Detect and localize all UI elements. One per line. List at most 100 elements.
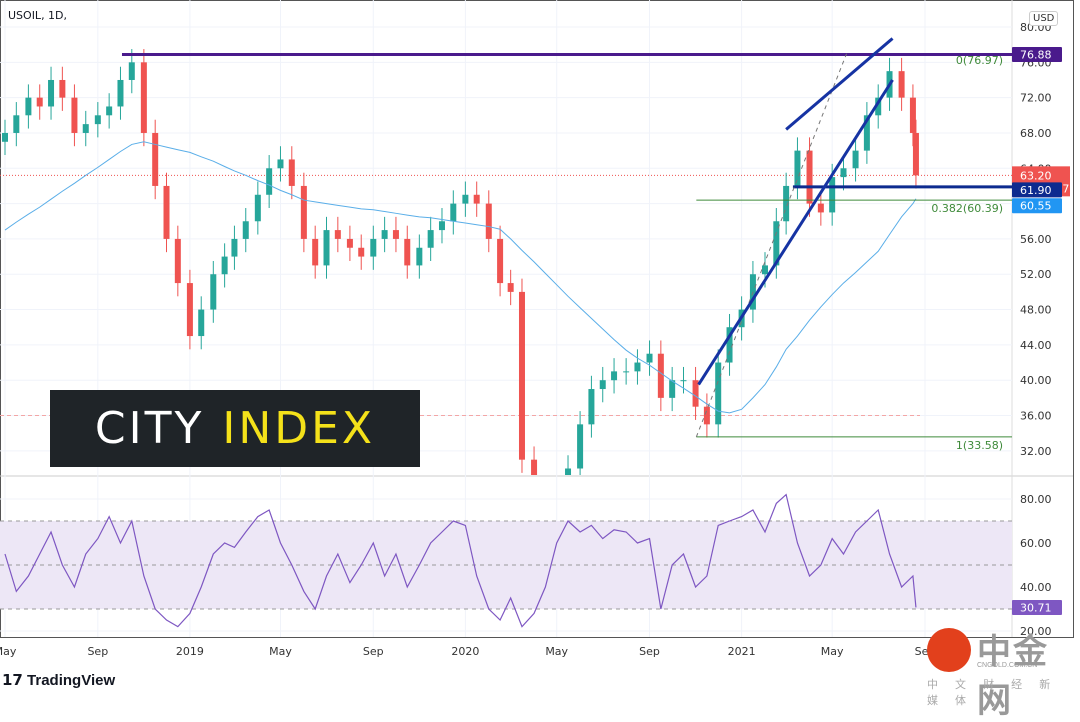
candle xyxy=(611,371,618,381)
candle xyxy=(909,97,916,133)
candle xyxy=(806,150,813,204)
candle xyxy=(715,362,722,425)
candle xyxy=(13,115,20,133)
candle xyxy=(427,230,434,248)
candle xyxy=(82,124,89,133)
fib-label: 0(76.97) xyxy=(956,54,1003,67)
usoil-chart[interactable]: 80.0076.0072.0068.0064.0060.0056.0052.00… xyxy=(0,0,1080,696)
candle xyxy=(588,389,595,425)
price-tick-label: 56.00 xyxy=(1020,233,1052,246)
tradingview-brand[interactable]: 𝟭𝟳 TradingView xyxy=(2,671,115,689)
candle xyxy=(898,71,905,98)
time-tick-label: 2020 xyxy=(451,645,479,658)
candle xyxy=(210,274,217,310)
candle xyxy=(277,159,284,169)
price-tick-label: 36.00 xyxy=(1020,410,1052,423)
candle xyxy=(623,371,630,373)
candle xyxy=(36,97,43,107)
currency-button[interactable]: USD xyxy=(1029,11,1059,26)
candle xyxy=(106,106,113,116)
time-tick-label: May xyxy=(0,645,17,658)
candle xyxy=(163,185,170,239)
rsi-badge-label: 30.71 xyxy=(1020,601,1052,614)
candle xyxy=(762,265,768,275)
candle xyxy=(817,203,824,213)
candle xyxy=(840,168,847,178)
candle xyxy=(48,79,55,107)
last-price-label: 63.20 xyxy=(1020,169,1052,182)
candle xyxy=(25,97,32,116)
price-tick-label: 48.00 xyxy=(1020,304,1052,317)
price-tick-label: 52.00 xyxy=(1020,268,1052,281)
candle xyxy=(703,406,710,425)
price-tick-label: 32.00 xyxy=(1020,445,1052,458)
candle xyxy=(254,194,261,222)
candle xyxy=(266,168,273,195)
candle xyxy=(462,194,469,204)
price-tick-label: 44.00 xyxy=(1020,339,1052,352)
price-tick-label: 68.00 xyxy=(1020,127,1052,140)
candle xyxy=(392,230,399,239)
watermark-tagline: 中 文 财 经 新 媒 体 xyxy=(927,679,1058,707)
candle xyxy=(794,150,801,186)
candle xyxy=(416,247,423,266)
time-tick-label: 2019 xyxy=(176,645,204,658)
fib-label: 0.382(60.39) xyxy=(931,202,1003,215)
candle xyxy=(634,362,641,372)
time-tick-label: May xyxy=(269,645,292,658)
sma-badge-label: 60.55 xyxy=(1020,200,1052,213)
candle xyxy=(497,238,504,284)
candle xyxy=(323,230,330,266)
candle xyxy=(152,132,159,186)
logo-city: CITY xyxy=(94,403,205,454)
resistance-badge-label: 76.88 xyxy=(1020,49,1052,62)
symbol-title: USOIL, 1D, xyxy=(8,9,68,22)
tradingview-label: TradingView xyxy=(27,672,116,689)
cngold-logo-icon xyxy=(927,628,971,672)
candle xyxy=(657,353,664,398)
city-index-logo: CITY INDEX xyxy=(50,390,420,467)
cngold-watermark: 中金网 CNGOLD.COM.CN 中 文 财 经 新 媒 体 xyxy=(925,622,1075,720)
candle xyxy=(59,79,66,98)
rsi-tick-label: 40.00 xyxy=(1020,581,1052,594)
candle xyxy=(852,150,859,169)
price-tick-label: 72.00 xyxy=(1020,92,1052,105)
candle xyxy=(346,238,353,248)
price-tick-label: 40.00 xyxy=(1020,374,1052,387)
candle xyxy=(646,353,653,363)
candle xyxy=(186,283,193,337)
candle xyxy=(518,291,525,460)
candle xyxy=(438,221,445,231)
logo-index: INDEX xyxy=(222,403,376,454)
candle xyxy=(117,79,124,107)
candle xyxy=(140,62,147,133)
candle xyxy=(128,62,135,80)
candle xyxy=(912,132,919,176)
candle xyxy=(221,256,228,275)
candle xyxy=(680,380,687,382)
fib-label: 1(33.58) xyxy=(956,439,1003,452)
watermark-url: CNGOLD.COM.CN xyxy=(977,662,1038,669)
rsi-tick-label: 60.00 xyxy=(1020,537,1052,550)
candle xyxy=(71,97,78,133)
candle xyxy=(404,238,411,266)
time-tick-label: Sep xyxy=(639,645,660,658)
candle xyxy=(198,309,205,337)
time-tick-label: Sep xyxy=(87,645,108,658)
time-tick-label: May xyxy=(821,645,844,658)
candle xyxy=(370,238,377,257)
candle xyxy=(599,380,606,390)
candle xyxy=(94,115,101,125)
time-tick-label: 2021 xyxy=(728,645,756,658)
candle xyxy=(692,380,699,407)
candle xyxy=(288,159,295,186)
candle xyxy=(231,238,238,257)
candle xyxy=(473,194,480,204)
candle xyxy=(242,221,249,239)
candle xyxy=(450,203,457,222)
candle xyxy=(334,230,341,239)
support-badge-label: 61.90 xyxy=(1020,184,1052,197)
rsi-tick-label: 80.00 xyxy=(1020,493,1052,506)
candle xyxy=(485,203,492,239)
candle xyxy=(577,424,584,469)
